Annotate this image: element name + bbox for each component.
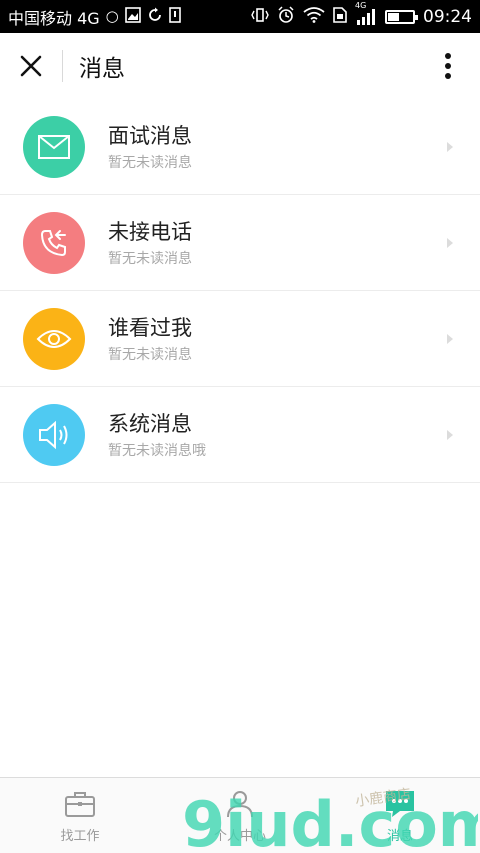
item-title: 系统消息: [108, 411, 192, 436]
message-item-system[interactable]: 系统消息 暂无未读消息哦: [0, 387, 480, 483]
battery-icon: [385, 9, 418, 24]
chat-icon: [386, 791, 414, 817]
nav-label: 个人中心: [213, 829, 266, 844]
envelope-icon: [23, 115, 85, 178]
chevron-right-icon: [447, 141, 453, 152]
clock: 09:24: [423, 6, 472, 27]
item-title: 谁看过我: [108, 315, 192, 340]
chevron-right-icon: [447, 333, 453, 344]
briefcase-icon: [65, 792, 95, 817]
chevron-right-icon: [447, 237, 453, 248]
carrier-label: 中国移动 4G: [8, 8, 100, 28]
more-options-button[interactable]: [416, 33, 480, 99]
nav-label: 消息: [386, 829, 413, 844]
nav-profile[interactable]: 个人中心: [160, 778, 320, 853]
close-icon: [20, 55, 42, 77]
message-item-interview[interactable]: 面试消息 暂无未读消息: [0, 99, 480, 195]
nav-label: 找工作: [60, 829, 100, 844]
message-bubble-icon: ○: [105, 7, 119, 25]
signal-icon: 4G: [355, 1, 377, 25]
message-list: 面试消息 暂无未读消息 未接电话 暂无未读消息 谁看过我 暂无未读消息 系统消息: [0, 99, 480, 483]
page-title: 消息: [79, 56, 125, 82]
speaker-icon: [23, 403, 85, 466]
item-subtitle: 暂无未读消息: [108, 154, 192, 171]
notification-icon: [168, 6, 181, 27]
vibrate-icon: [251, 7, 269, 27]
network-type-label: 4G: [355, 0, 367, 10]
photo-icon: [124, 6, 141, 27]
item-subtitle: 暂无未读消息哦: [108, 442, 206, 459]
nav-messages[interactable]: 消息: [320, 778, 480, 853]
chevron-right-icon: [447, 429, 453, 440]
item-subtitle: 暂无未读消息: [108, 250, 192, 267]
sync-icon: [147, 7, 163, 27]
nav-find-job[interactable]: 找工作: [0, 778, 160, 853]
alarm-icon: [277, 5, 295, 28]
item-subtitle: 暂无未读消息: [108, 346, 192, 363]
item-title: 未接电话: [108, 219, 192, 244]
message-item-viewers[interactable]: 谁看过我 暂无未读消息: [0, 291, 480, 387]
eye-icon: [23, 307, 85, 370]
status-bar: 中国移动 4G ○ 4G 09:24: [0, 0, 480, 33]
app-header: 消息: [0, 33, 480, 99]
bottom-nav: 找工作 个人中心 消息: [0, 777, 480, 853]
close-button[interactable]: [0, 33, 62, 99]
more-vertical-icon: [445, 53, 451, 79]
person-icon: [227, 791, 253, 818]
wifi-icon: [303, 6, 325, 27]
item-title: 面试消息: [108, 123, 192, 148]
message-item-missed-calls[interactable]: 未接电话 暂无未读消息: [0, 195, 480, 291]
sim-icon: [333, 6, 347, 27]
missed-call-icon: [23, 211, 85, 274]
